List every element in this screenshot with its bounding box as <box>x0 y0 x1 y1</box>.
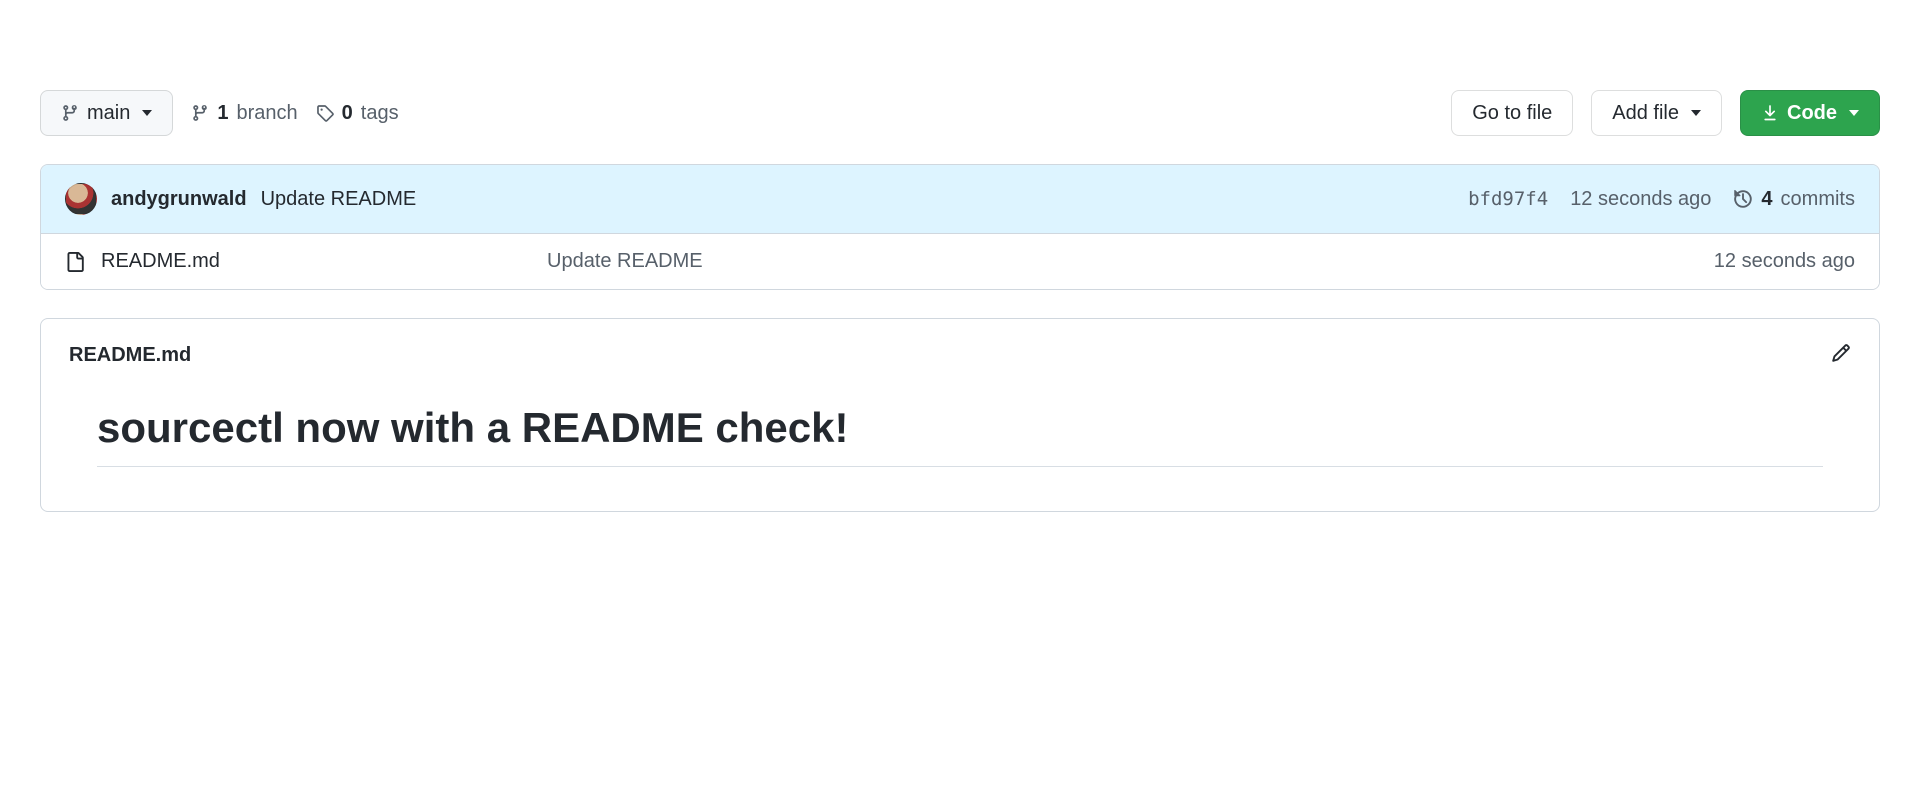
pencil-icon <box>1831 343 1851 363</box>
add-file-label: Add file <box>1612 101 1679 125</box>
file-row[interactable]: README.md Update README 12 seconds ago <box>41 234 1879 289</box>
commit-meta: bfd97f4 12 seconds ago 4 commits <box>1468 188 1855 211</box>
branch-label: branch <box>236 102 297 125</box>
go-to-file-label: Go to file <box>1472 101 1552 125</box>
readme-box: README.md sourcectl now with a README ch… <box>40 318 1880 512</box>
caret-down-icon <box>142 110 152 116</box>
commit-sha[interactable]: bfd97f4 <box>1468 188 1548 210</box>
tags-link[interactable]: 0 tags <box>316 102 399 125</box>
commit-time: 12 seconds ago <box>1570 188 1711 211</box>
file-commit-message[interactable]: Update README <box>547 250 1698 273</box>
latest-commit-row: andygrunwald Update README bfd97f4 12 se… <box>41 165 1879 234</box>
file-listing-box: andygrunwald Update README bfd97f4 12 se… <box>40 164 1880 290</box>
go-to-file-button[interactable]: Go to file <box>1451 90 1573 136</box>
commits-history-link[interactable]: 4 commits <box>1733 188 1855 211</box>
readme-filename[interactable]: README.md <box>69 344 191 367</box>
commits-label: commits <box>1781 188 1855 211</box>
tag-icon <box>316 104 334 122</box>
file-time: 12 seconds ago <box>1714 250 1855 273</box>
file-icon <box>65 252 85 272</box>
branch-name: main <box>87 101 130 125</box>
tag-count: 0 <box>342 102 353 125</box>
avatar[interactable] <box>65 183 97 215</box>
commit-author[interactable]: andygrunwald <box>111 188 247 211</box>
branch-select-button[interactable]: main <box>40 90 173 136</box>
caret-down-icon <box>1691 110 1701 116</box>
download-icon <box>1761 104 1779 122</box>
tag-label: tags <box>361 102 399 125</box>
edit-readme-button[interactable] <box>1831 343 1851 368</box>
file-name[interactable]: README.md <box>101 250 531 273</box>
git-branch-icon <box>191 104 209 122</box>
add-file-button[interactable]: Add file <box>1591 90 1722 136</box>
caret-down-icon <box>1849 110 1859 116</box>
commits-count: 4 <box>1761 188 1772 211</box>
git-branch-icon <box>61 104 79 122</box>
branch-count: 1 <box>217 102 228 125</box>
readme-body: sourcectl now with a README check! <box>69 404 1851 467</box>
code-label: Code <box>1787 101 1837 125</box>
readme-header: README.md <box>69 343 1851 368</box>
branches-link[interactable]: 1 branch <box>191 102 297 125</box>
commit-message[interactable]: Update README <box>261 188 417 211</box>
readme-heading: sourcectl now with a README check! <box>97 404 1823 467</box>
history-icon <box>1733 189 1753 209</box>
code-button[interactable]: Code <box>1740 90 1880 136</box>
repo-toolbar: main 1 branch 0 tags Go to file Add file… <box>40 90 1880 136</box>
